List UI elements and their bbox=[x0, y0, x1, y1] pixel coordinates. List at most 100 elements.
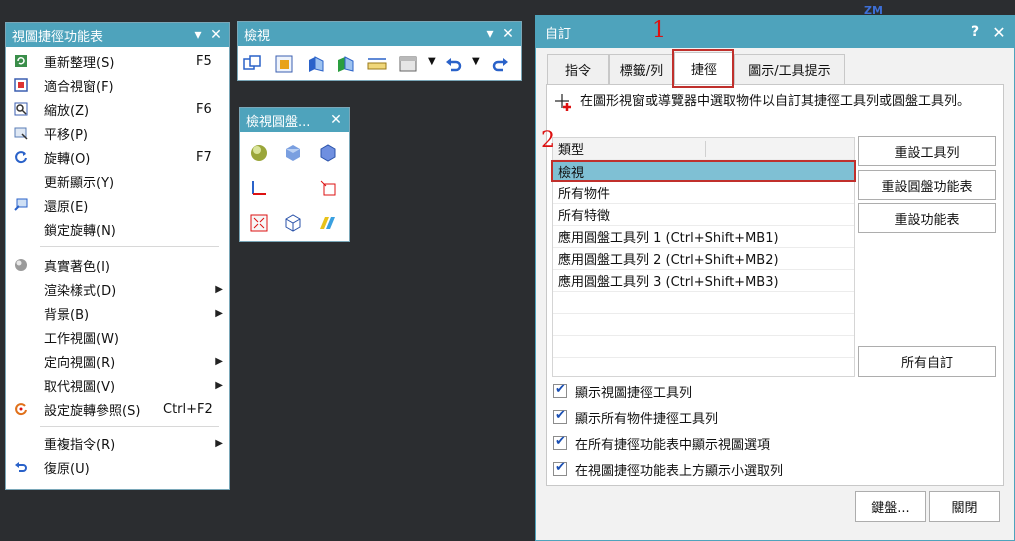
grid-row-empty bbox=[553, 314, 854, 336]
measure-icon[interactable] bbox=[367, 54, 387, 74]
reset-toolbar-button[interactable]: 重設工具列 bbox=[858, 136, 996, 166]
shortcut-type-grid: 類型 檢視 所有物件 所有特徵 應用圓盤工具列 1 (Ctrl+Shift+MB… bbox=[551, 137, 856, 377]
submenu-arrow-icon: ▶ bbox=[215, 437, 223, 449]
menu-item-true-shading[interactable]: 真實著色(I) bbox=[6, 253, 229, 277]
background-icon[interactable] bbox=[398, 54, 418, 74]
grid-header: 類型 bbox=[553, 138, 854, 160]
menu-item-label: 適合視窗(F) bbox=[44, 79, 114, 95]
menu-item-label: 渲染樣式(D) bbox=[44, 283, 117, 299]
tab-tabs-bars[interactable]: 標籤/列 bbox=[609, 54, 674, 84]
view-toolbar: 檢視 ▾ ✕ ▼ ▼ bbox=[237, 21, 522, 81]
view-radial-titlebar: 檢視圓盤... ✕ bbox=[240, 108, 349, 132]
dropdown-icon[interactable]: ▼ bbox=[428, 56, 436, 67]
menu-item-label: 重新整理(S) bbox=[44, 55, 115, 71]
section-view-icon[interactable] bbox=[336, 54, 356, 74]
view-toolbar-titlebar: 檢視 ▾ ✕ bbox=[238, 22, 521, 46]
menu-item-label: 背景(B) bbox=[44, 307, 90, 323]
shaded-cube-icon[interactable] bbox=[283, 143, 303, 163]
menu-item-orient-view[interactable]: 定向視圖(R) ▶ bbox=[6, 349, 229, 373]
annotation-number-1: 1 bbox=[652, 18, 666, 43]
undo-icon[interactable] bbox=[444, 54, 464, 74]
grid-row-selected[interactable]: 檢視 bbox=[551, 160, 856, 182]
dialog-title: 自訂 bbox=[545, 26, 572, 42]
menu-item-label: 更新顯示(Y) bbox=[44, 175, 115, 191]
fit-icon[interactable] bbox=[274, 54, 294, 74]
fit-window-icon bbox=[14, 78, 28, 92]
undo-icon bbox=[15, 462, 27, 472]
menu-item-label: 旋轉(O) bbox=[44, 151, 91, 167]
dropdown-icon[interactable]: ▼ bbox=[472, 56, 480, 67]
section-icon[interactable] bbox=[318, 178, 338, 198]
studio-icon[interactable] bbox=[318, 213, 338, 233]
dialog-titlebar: 自訂 ? ✕ bbox=[536, 16, 1014, 48]
grid-row[interactable]: 應用圓盤工具列 3 (Ctrl+Shift+MB3) bbox=[553, 270, 854, 292]
reset-menu-button[interactable]: 重設功能表 bbox=[858, 203, 996, 233]
menu-title: 視圖捷徑功能表 bbox=[12, 29, 104, 45]
menu-item-rotate[interactable]: 旋轉(O) F7 bbox=[6, 145, 229, 169]
tab-icons-tooltips[interactable]: 圖示/工具提示 bbox=[734, 54, 845, 84]
menu-item-repeat-command[interactable]: 重複指令(R) ▶ bbox=[6, 431, 229, 455]
rotate-icon bbox=[15, 151, 27, 164]
clip-plane-icon[interactable] bbox=[306, 54, 326, 74]
menu-item-label: 復原(U) bbox=[44, 461, 90, 477]
reset-radial-menu-button[interactable]: 重設圓盤功能表 bbox=[858, 170, 996, 200]
dropdown-icon[interactable]: ▾ bbox=[189, 27, 207, 43]
help-icon[interactable]: ? bbox=[964, 24, 986, 40]
menu-item-set-rotation-ref[interactable]: 設定旋轉參照(S) Ctrl+F2 bbox=[6, 397, 229, 421]
dropdown-icon[interactable]: ▾ bbox=[481, 26, 499, 42]
checkbox-show-view-shortcut[interactable]: ✔ bbox=[553, 382, 567, 398]
checkbox-label: 顯示視圖捷徑工具列 bbox=[575, 386, 693, 401]
menu-separator bbox=[40, 246, 219, 247]
close-icon[interactable]: ✕ bbox=[207, 27, 225, 43]
axes-icon[interactable] bbox=[249, 178, 269, 198]
redo-icon[interactable] bbox=[490, 54, 510, 74]
close-icon[interactable]: ✕ bbox=[499, 26, 517, 42]
menu-item-render-style[interactable]: 渲染樣式(D) ▶ bbox=[6, 277, 229, 301]
checkbox-show-all-objects[interactable]: ✔ bbox=[553, 408, 567, 424]
tab-commands[interactable]: 指令 bbox=[547, 54, 609, 84]
menu-titlebar: 視圖捷徑功能表 ▾ ✕ bbox=[6, 23, 229, 47]
pan-icon bbox=[14, 127, 28, 140]
grid-header-type: 類型 bbox=[558, 143, 585, 158]
menu-item-work-view[interactable]: 工作視圖(W) bbox=[6, 325, 229, 349]
menu-item-label: 縮放(Z) bbox=[44, 103, 90, 119]
keyboard-button[interactable]: 鍵盤... bbox=[855, 491, 926, 522]
shaded-sphere-icon[interactable] bbox=[249, 143, 269, 163]
grid-row[interactable]: 所有物件 bbox=[553, 182, 854, 204]
menu-item-zoom[interactable]: 縮放(Z) F6 bbox=[6, 97, 229, 121]
all-customizations-button[interactable]: 所有自訂 bbox=[858, 346, 996, 377]
grid-row[interactable]: 應用圓盤工具列 2 (Ctrl+Shift+MB2) bbox=[553, 248, 854, 270]
menu-item-replace-view[interactable]: 取代視圖(V) ▶ bbox=[6, 373, 229, 397]
close-icon[interactable]: ✕ bbox=[327, 112, 345, 128]
menu-item-label: 設定旋轉參照(S) bbox=[44, 403, 141, 419]
menu-item-update-display[interactable]: 更新顯示(Y) bbox=[6, 169, 229, 193]
menu-item-background[interactable]: 背景(B) ▶ bbox=[6, 301, 229, 325]
menu-separator bbox=[40, 426, 219, 427]
checkbox-show-view-options[interactable]: ✔ bbox=[553, 434, 567, 450]
grid-row-empty bbox=[553, 336, 854, 358]
view-radial-title: 檢視圓盤... bbox=[246, 114, 311, 130]
true-shading-icon bbox=[15, 259, 27, 271]
grid-row[interactable]: 所有特徵 bbox=[553, 204, 854, 226]
menu-item-fit-window[interactable]: 適合視窗(F) bbox=[6, 73, 229, 97]
shaded-edges-cube-icon[interactable] bbox=[318, 143, 338, 163]
checkbox-label: 在所有捷徑功能表中顯示視圖選項 bbox=[575, 438, 771, 453]
views-icon[interactable] bbox=[242, 54, 262, 74]
menu-item-pan[interactable]: 平移(P) bbox=[6, 121, 229, 145]
menu-item-label: 重複指令(R) bbox=[44, 437, 116, 453]
menu-item-label: 工作視圖(W) bbox=[44, 331, 119, 347]
menu-item-undo[interactable]: 復原(U) bbox=[6, 455, 229, 479]
close-icon[interactable]: ✕ bbox=[986, 23, 1012, 42]
menu-item-lock-rotation[interactable]: 鎖定旋轉(N) bbox=[6, 217, 229, 241]
menu-item-restore[interactable]: 還原(E) bbox=[6, 193, 229, 217]
wireframe-cube-icon[interactable] bbox=[283, 213, 303, 233]
close-button[interactable]: 關閉 bbox=[929, 491, 1000, 522]
menu-item-refresh[interactable]: 重新整理(S) F5 bbox=[6, 49, 229, 73]
checkbox-show-mini-selection[interactable]: ✔ bbox=[553, 460, 567, 476]
rotate-ref-icon bbox=[15, 403, 27, 416]
menu-item-label: 真實著色(I) bbox=[44, 259, 110, 275]
grid-row[interactable]: 應用圓盤工具列 1 (Ctrl+Shift+MB1) bbox=[553, 226, 854, 248]
fit-view-icon[interactable] bbox=[249, 213, 269, 233]
menu-item-shortcut: F5 bbox=[196, 53, 212, 69]
menu-item-shortcut: F6 bbox=[196, 101, 212, 117]
